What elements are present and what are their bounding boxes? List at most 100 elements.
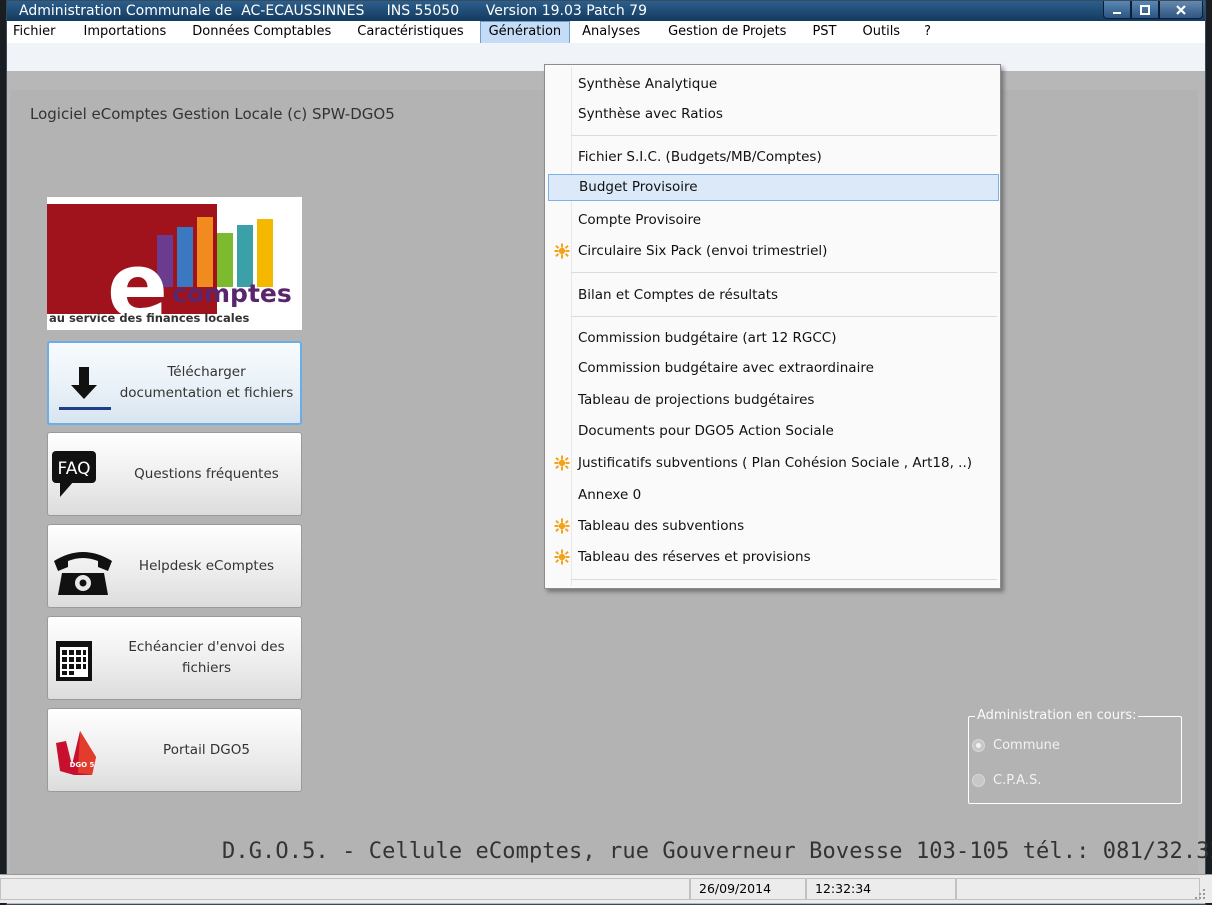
menu-pst[interactable]: PST [794, 21, 844, 43]
menu-item-bilan-comptes[interactable]: Bilan et Comptes de résultats [548, 282, 999, 309]
star-icon [554, 518, 570, 534]
button-label: Télécharger documentation et fichiers [119, 364, 294, 401]
menu-label: Génération [488, 24, 562, 39]
close-button[interactable] [1159, 1, 1203, 19]
menu-item-label: Tableau des réserves et provisions [578, 549, 811, 565]
menu-item-label: Compte Provisoire [578, 212, 702, 228]
menu-label: Données Comptables [192, 24, 332, 39]
menu-separator [571, 272, 997, 273]
menu-label: Fichier [13, 24, 56, 39]
faq-button[interactable]: FAQ Questions fréquentes [47, 432, 302, 516]
logo-bars-icon [157, 217, 273, 287]
dgo5-logo-icon: DGO 5 [56, 731, 96, 775]
menu-item-label: Tableau des subventions [578, 518, 745, 534]
menu-item-label: Commission budgétaire (art 12 RGCC) [578, 330, 837, 346]
menu-caracteristiques[interactable]: Caractéristiques [339, 21, 471, 43]
menu-item-circulaire-six-pack[interactable]: Circulaire Six Pack (envoi trimestriel) [548, 238, 999, 265]
menu-importations[interactable]: Importations [64, 21, 175, 43]
menu-item-commission-budgetaire[interactable]: Commission budgétaire (art 12 RGCC) [548, 325, 999, 352]
menu-separator [571, 579, 997, 580]
radio-label: Commune [993, 738, 1060, 753]
portail-dgo5-button[interactable]: DGO 5 Portail DGO5 [47, 708, 302, 792]
menu-item-justificatifs-subventions[interactable]: Justificatifs subventions ( Plan Cohésio… [548, 450, 999, 477]
menu-item-label: Justificatifs subventions ( Plan Cohésio… [578, 455, 973, 471]
window-title: Administration Communale de AC-ECAUSSINN… [19, 3, 647, 19]
ecomptes-logo: e comptes au service des finances locale… [47, 197, 302, 330]
radio-commune[interactable]: Commune [972, 738, 1060, 753]
menu-separator [571, 135, 997, 136]
star-icon [554, 455, 570, 471]
menu-gestion-de-projets[interactable]: Gestion de Projets [648, 21, 794, 43]
button-label: Echéancier d'envoi des fichiers [128, 639, 285, 676]
contact-footer: D.G.O.5. - Cellule eComptes, rue Gouvern… [222, 839, 1212, 864]
window-controls [1103, 1, 1203, 19]
close-icon [1176, 4, 1186, 15]
download-docs-button[interactable]: Télécharger documentation et fichiers [47, 341, 302, 425]
menu-label: PST [812, 24, 837, 39]
menu-analyses[interactable]: Analyses [570, 21, 648, 43]
star-icon [554, 549, 570, 565]
menu-help[interactable]: ? [908, 21, 939, 43]
button-label: Portail DGO5 [163, 741, 250, 758]
menu-item-label: Tableau de projections budgétaires [578, 392, 815, 408]
menu-item-budget-provisoire[interactable]: Budget Provisoire [548, 174, 999, 201]
helpdesk-button[interactable]: Helpdesk eComptes [47, 524, 302, 608]
download-icon [59, 367, 111, 410]
radio-cpas[interactable]: C.P.A.S. [972, 773, 1041, 788]
button-label: Questions fréquentes [134, 465, 279, 482]
telephone-icon [54, 552, 112, 595]
menu-item-label: Budget Provisoire [579, 179, 698, 195]
menu-outils[interactable]: Outils [845, 21, 909, 43]
minimize-button[interactable] [1103, 1, 1131, 19]
menu-label: Outils [862, 24, 901, 39]
dgo5-badge-text: DGO 5 [70, 761, 95, 769]
svg-text:FAQ: FAQ [58, 459, 91, 479]
menu-label: Gestion de Projets [668, 24, 787, 39]
star-icon [554, 243, 570, 259]
menu-item-label: Synthèse avec Ratios [578, 106, 723, 122]
menu-item-synthese-ratios[interactable]: Synthèse avec Ratios [548, 101, 999, 128]
radio-label: C.P.A.S. [993, 773, 1042, 788]
logo-tagline: au service des finances locales [49, 311, 250, 325]
radio-button-selected[interactable] [972, 739, 985, 752]
menu-donnees-comptables[interactable]: Données Comptables [174, 21, 339, 43]
menu-item-label: Synthèse Analytique [578, 76, 718, 92]
menu-item-synthese-analytique[interactable]: Synthèse Analytique [548, 71, 999, 98]
menu-item-documents-dgo5[interactable]: Documents pour DGO5 Action Sociale [548, 418, 999, 445]
menu-item-label: Commission budgétaire avec extraordinair… [578, 360, 874, 376]
faq-icon: FAQ [52, 451, 96, 497]
maximize-icon [1140, 4, 1150, 15]
minimize-icon [1113, 11, 1121, 14]
schedule-button[interactable]: Echéancier d'envoi des fichiers [47, 616, 302, 700]
menu-item-commission-extraordinaire[interactable]: Commission budgétaire avec extraordinair… [548, 355, 999, 382]
menu-item-fichier-sic[interactable]: Fichier S.I.C. (Budgets/MB/Comptes) [548, 144, 999, 171]
menu-item-annexe-0[interactable]: Annexe 0 [548, 482, 999, 509]
status-bar: 26/09/2014 12:32:34 [0, 874, 1212, 903]
menu-bar: Fichier Importations Données Comptables … [7, 21, 1205, 43]
button-label: Helpdesk eComptes [138, 557, 275, 574]
menu-item-tableau-projections[interactable]: Tableau de projections budgétaires [548, 387, 999, 414]
menu-label: Analyses [582, 24, 641, 39]
radio-button[interactable] [972, 774, 985, 787]
menu-item-label: Annexe 0 [578, 487, 642, 503]
menu-item-tableau-reserves[interactable]: Tableau des réserves et provisions [548, 544, 999, 571]
title-bar: Administration Communale de AC-ECAUSSINN… [7, 1, 1205, 21]
menu-item-compte-provisoire[interactable]: Compte Provisoire [548, 207, 999, 234]
generation-dropdown-menu: Synthèse Analytique Synthèse avec Ratios… [544, 64, 1001, 589]
status-time: 12:32:34 [806, 878, 956, 900]
status-cell-main [0, 878, 690, 900]
logo-wordmark: comptes [172, 279, 292, 308]
maximize-button[interactable] [1131, 1, 1159, 19]
menu-item-label: Bilan et Comptes de résultats [578, 287, 779, 303]
menu-fichier[interactable]: Fichier [7, 21, 64, 43]
menu-item-label: Fichier S.I.C. (Budgets/MB/Comptes) [578, 149, 822, 165]
menu-item-label: Circulaire Six Pack (envoi trimestriel) [578, 243, 828, 259]
menu-item-tableau-subventions[interactable]: Tableau des subventions [548, 513, 999, 540]
menu-label: Importations [83, 24, 167, 39]
status-date: 26/09/2014 [690, 878, 806, 900]
menu-generation[interactable]: Génération [479, 21, 571, 43]
status-cell-extra [956, 878, 1200, 900]
admin-group-legend: Administration en cours: [975, 708, 1139, 723]
menu-separator [571, 316, 997, 317]
resize-grip-icon[interactable] [1194, 888, 1206, 900]
